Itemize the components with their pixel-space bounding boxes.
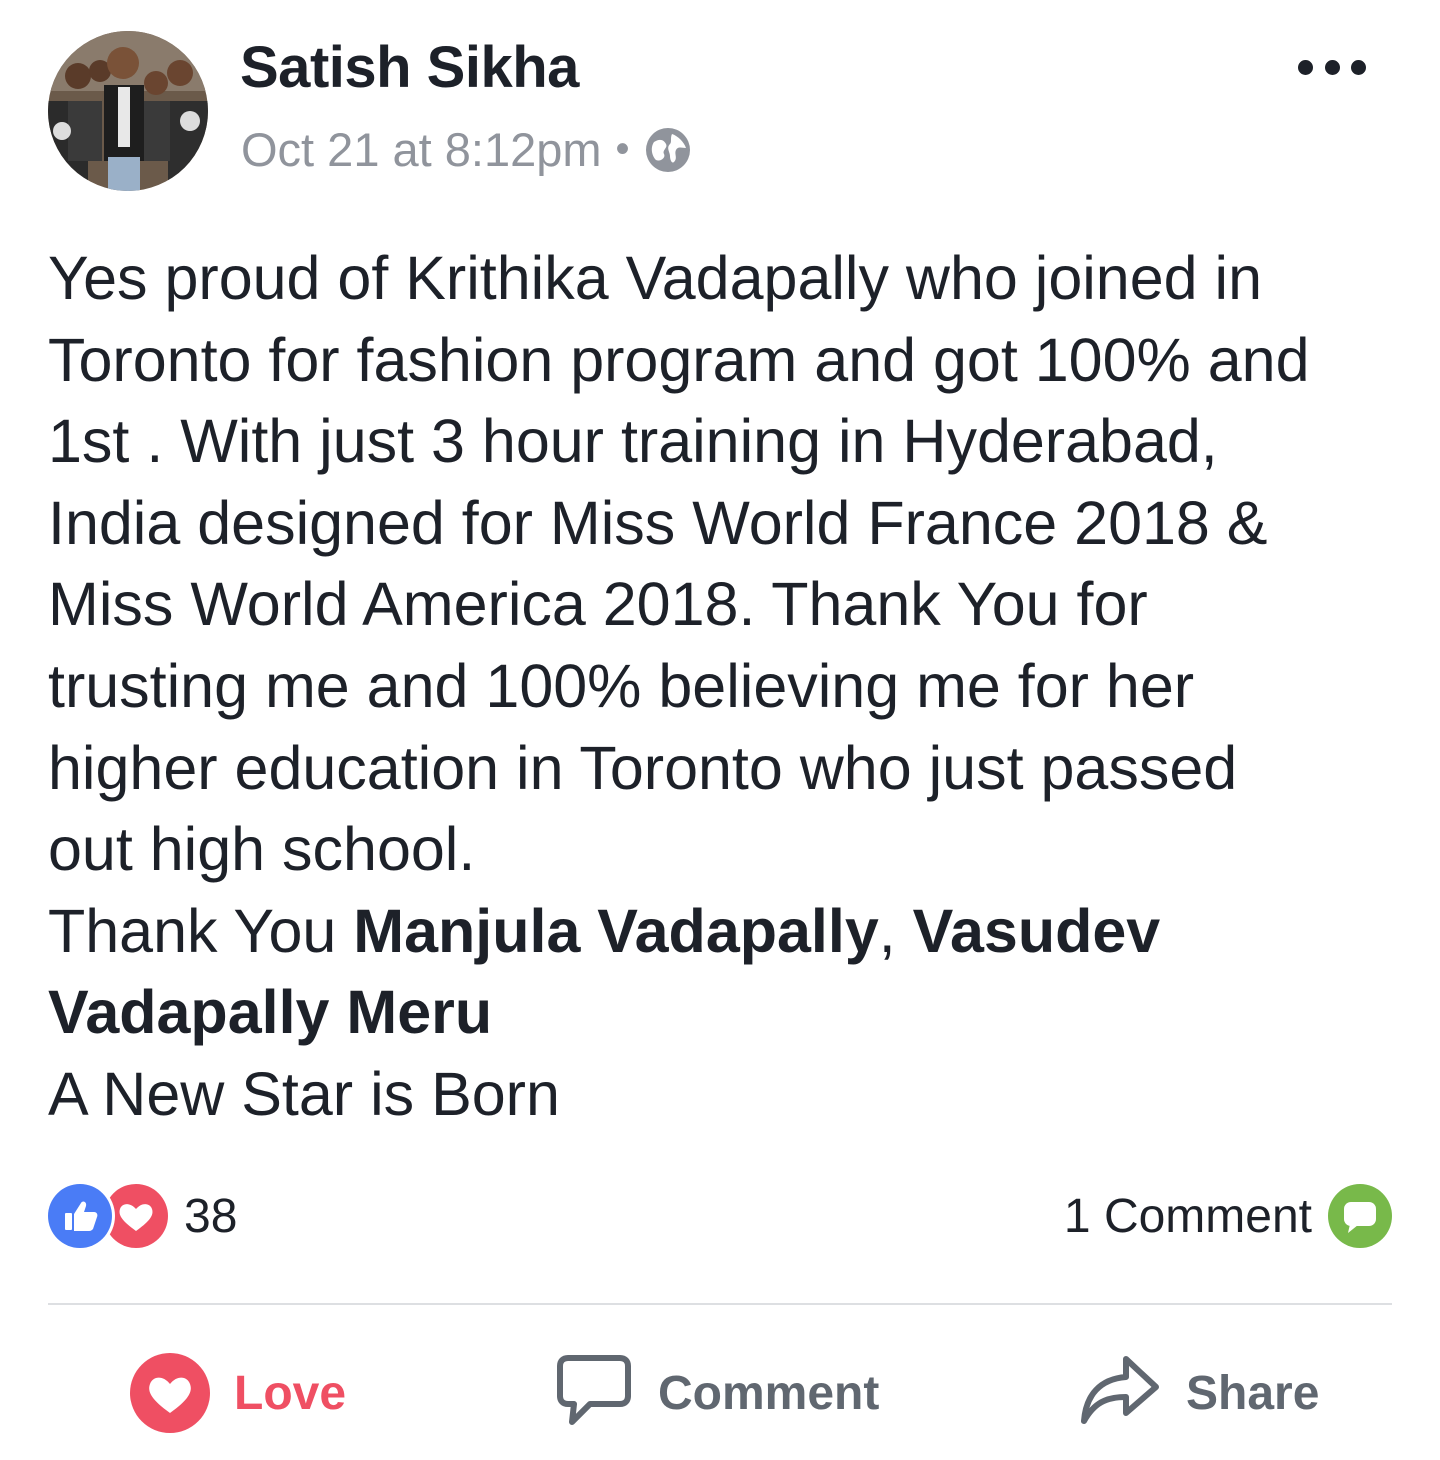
post-text-line: 1st . With just 3 hour training in Hyder… [48,407,1218,476]
reaction-count: 38 [184,1189,238,1243]
post-text-line: Miss World America 2018. Thank You for [48,570,1148,639]
share-button[interactable]: Share [1080,1352,1319,1434]
comments-count-label: 1 Comment [1063,1189,1312,1243]
post-thanks-line: Thank You Manjula Vadapally, Vasudev [48,891,1418,973]
love-button-label: Love [234,1366,347,1420]
post-text-line: Toronto for fashion program and got 100%… [48,325,1310,394]
post-meta: Oct 21 at 8:12pm • [241,122,692,177]
tag-separator: , [878,896,913,965]
post-text-line: Yes proud of Krithika Vadapally who join… [48,244,1263,312]
comment-icon [556,1352,632,1435]
more-dot [1324,59,1340,75]
love-button[interactable]: Love [130,1352,346,1434]
more-dot [1298,59,1313,75]
comments-count[interactable]: 1 Comment [1064,1184,1392,1248]
comment-button-label: Comment [658,1366,880,1420]
post-text-line: higher education in Toronto who just pas… [48,733,1238,802]
post-text-line: trusting me and 100% believing me for he… [48,651,1195,720]
tag-manjula-vadapally[interactable]: Manjula Vadapally [353,897,878,965]
share-button-label: Share [1186,1366,1320,1420]
post-body: Yes proud of Krithika Vadapally who join… [48,238,1418,1136]
reactions-summary[interactable]: 38 [48,1184,237,1248]
tag-vasudev-vadapally-meru[interactable]: Vasudev [913,897,1161,965]
post-timestamp[interactable]: Oct 21 at 8:12pm [241,122,602,177]
tag-vasudev-vadapally-meru-cont[interactable]: Vadapally Meru [48,978,492,1046]
more-options-icon[interactable] [1298,58,1366,76]
globe-icon [644,126,692,174]
post-closing-line: A New Star is Born [48,1059,560,1128]
comment-button[interactable]: Comment [556,1352,879,1434]
thanks-prefix: Thank You [48,896,354,965]
share-arrow-icon [1080,1353,1160,1434]
post-tag-line: Vadapally Meru [48,972,1418,1054]
comment-bubble-icon [1328,1184,1392,1248]
more-dot [1351,59,1366,75]
heart-icon [130,1353,210,1433]
author-name[interactable]: Satish Sikha [240,34,579,101]
divider [48,1303,1392,1305]
like-icon [48,1184,112,1248]
meta-separator: • [615,127,630,171]
love-icon [104,1184,168,1248]
author-avatar[interactable] [48,31,208,191]
post-text-line: India designed for Miss World France 201… [48,488,1268,557]
post-text-line: out high school. [48,815,476,884]
